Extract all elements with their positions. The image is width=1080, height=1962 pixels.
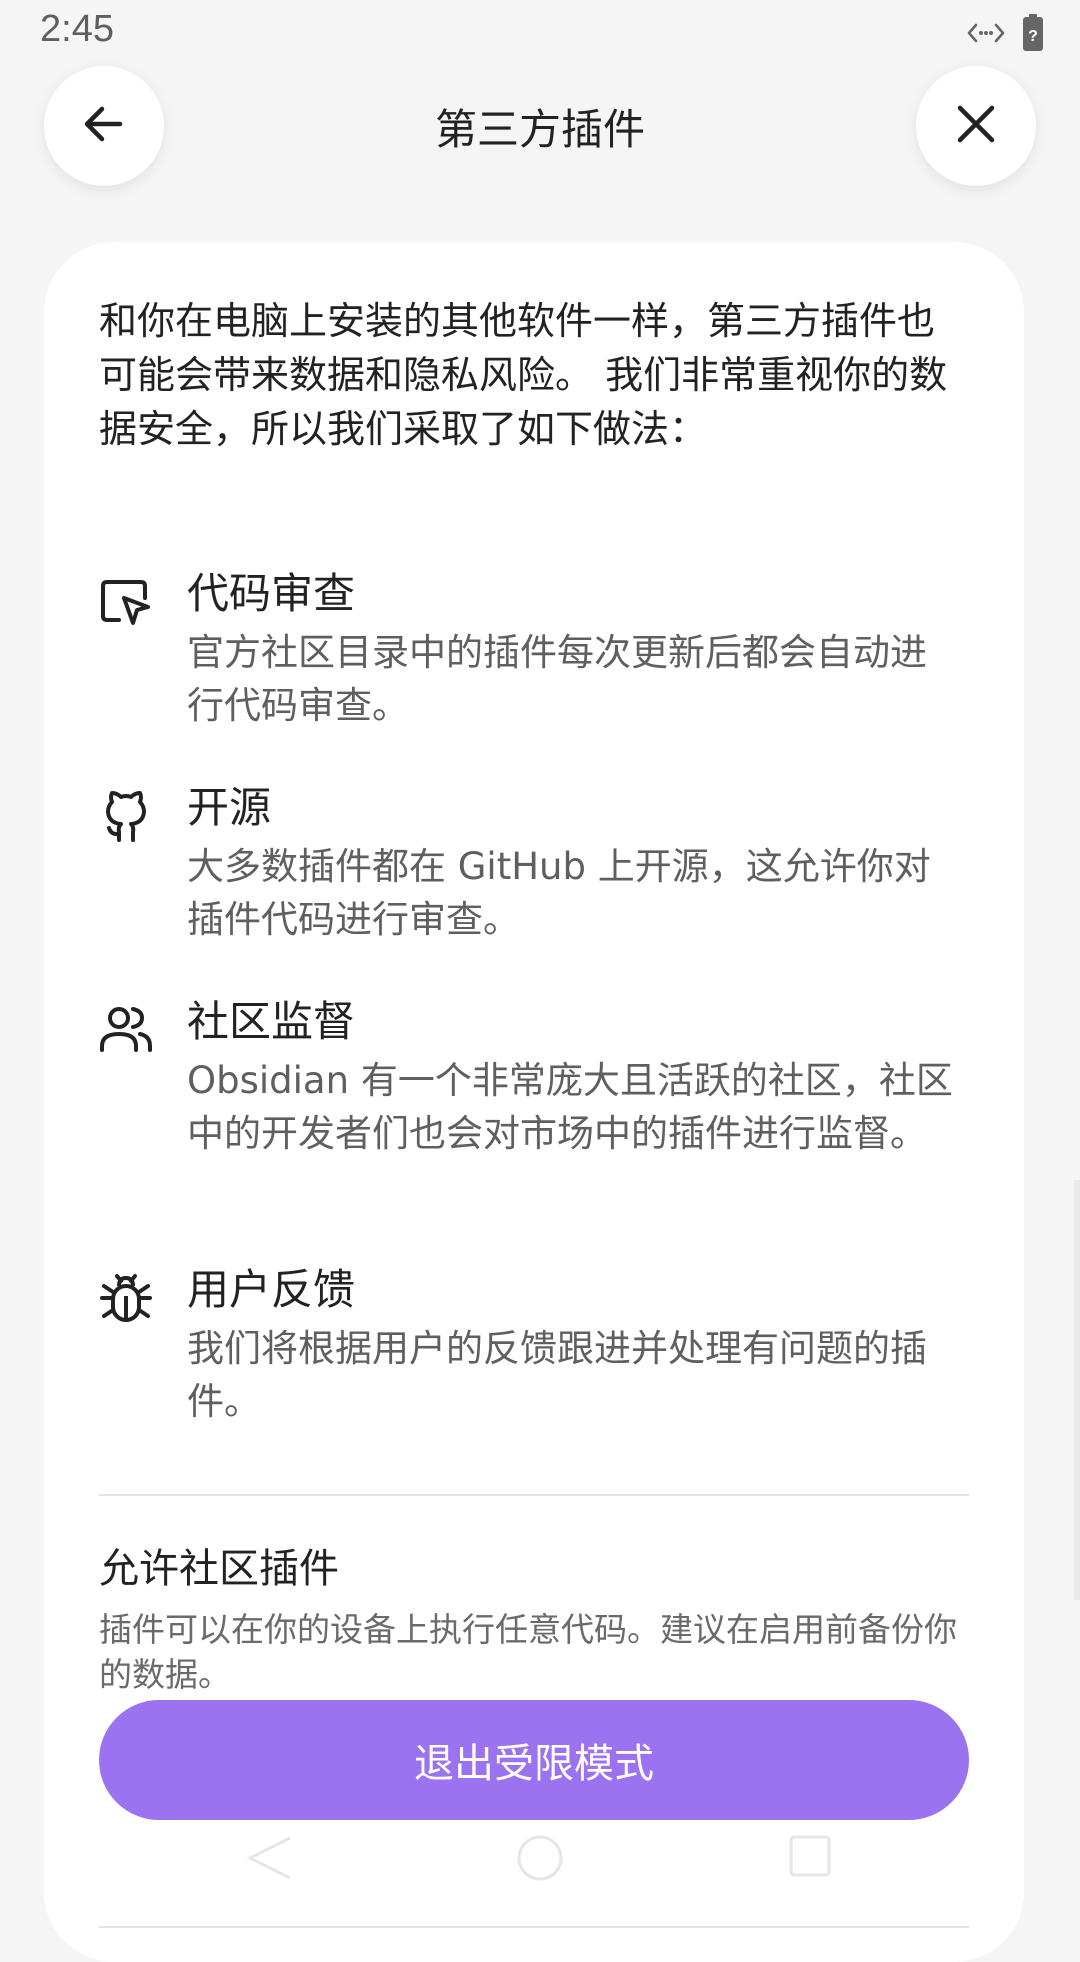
header: 第三方插件 <box>0 64 1080 188</box>
intro-text: 和你在电脑上安装的其他软件一样，第三方插件也可能会带来数据和隐私风险。 我们非常… <box>99 299 948 451</box>
nav-recents-icon[interactable] <box>788 1834 832 1882</box>
exit-restricted-mode-button[interactable]: 退出受限模式 <box>99 1700 969 1820</box>
close-icon <box>954 102 998 150</box>
feature-description: 大多数插件都在 GitHub 上开源，这允许你对插件代码进行审查。 <box>187 845 931 941</box>
sheet-content: 和你在电脑上安装的其他软件一样，第三方插件也可能会带来数据和隐私风险。 我们非常… <box>99 294 969 1928</box>
feature-description: 官方社区目录中的插件每次更新后都会自动进行代码审查。 <box>187 631 927 727</box>
status-icons: ? <box>966 14 1044 56</box>
setting-description: 插件可以在你的设备上执行任意代码。建议在启用前备份你的数据。 <box>99 1610 957 1694</box>
divider <box>99 1926 969 1928</box>
feature-title: 开源 <box>187 783 272 832</box>
status-bar: 2:45 ? <box>0 0 1080 64</box>
feature-title: 代码审查 <box>187 569 356 618</box>
setting-title: 允许社区插件 <box>99 1546 339 1592</box>
close-button[interactable] <box>916 66 1036 186</box>
cursor-window-icon <box>99 576 153 630</box>
nav-back-icon[interactable] <box>246 1834 294 1886</box>
data-sync-icon <box>966 21 1006 49</box>
users-icon <box>99 1004 153 1058</box>
feature-description: 我们将根据用户的反馈跟进并处理有问题的插件。 <box>187 1327 927 1423</box>
scrollbar[interactable] <box>1074 1180 1080 1600</box>
status-time: 2:45 <box>40 8 114 50</box>
nav-home-icon[interactable] <box>516 1834 564 1886</box>
feature-title: 用户反馈 <box>187 1265 356 1314</box>
bug-icon <box>99 1272 153 1326</box>
system-navigation-bar <box>0 1820 1080 1920</box>
plugin-info-sheet: 和你在电脑上安装的其他软件一样，第三方插件也可能会带来数据和隐私风险。 我们非常… <box>44 242 1024 1962</box>
feature-title: 社区监督 <box>187 997 356 1046</box>
github-icon <box>99 790 153 844</box>
battery-icon: ? <box>1022 14 1044 56</box>
divider <box>99 1494 969 1496</box>
feature-description: Obsidian 有一个非常庞大且活跃的社区，社区中的开发者们也会对市场中的插件… <box>187 1059 953 1155</box>
svg-text:?: ? <box>1028 28 1038 45</box>
